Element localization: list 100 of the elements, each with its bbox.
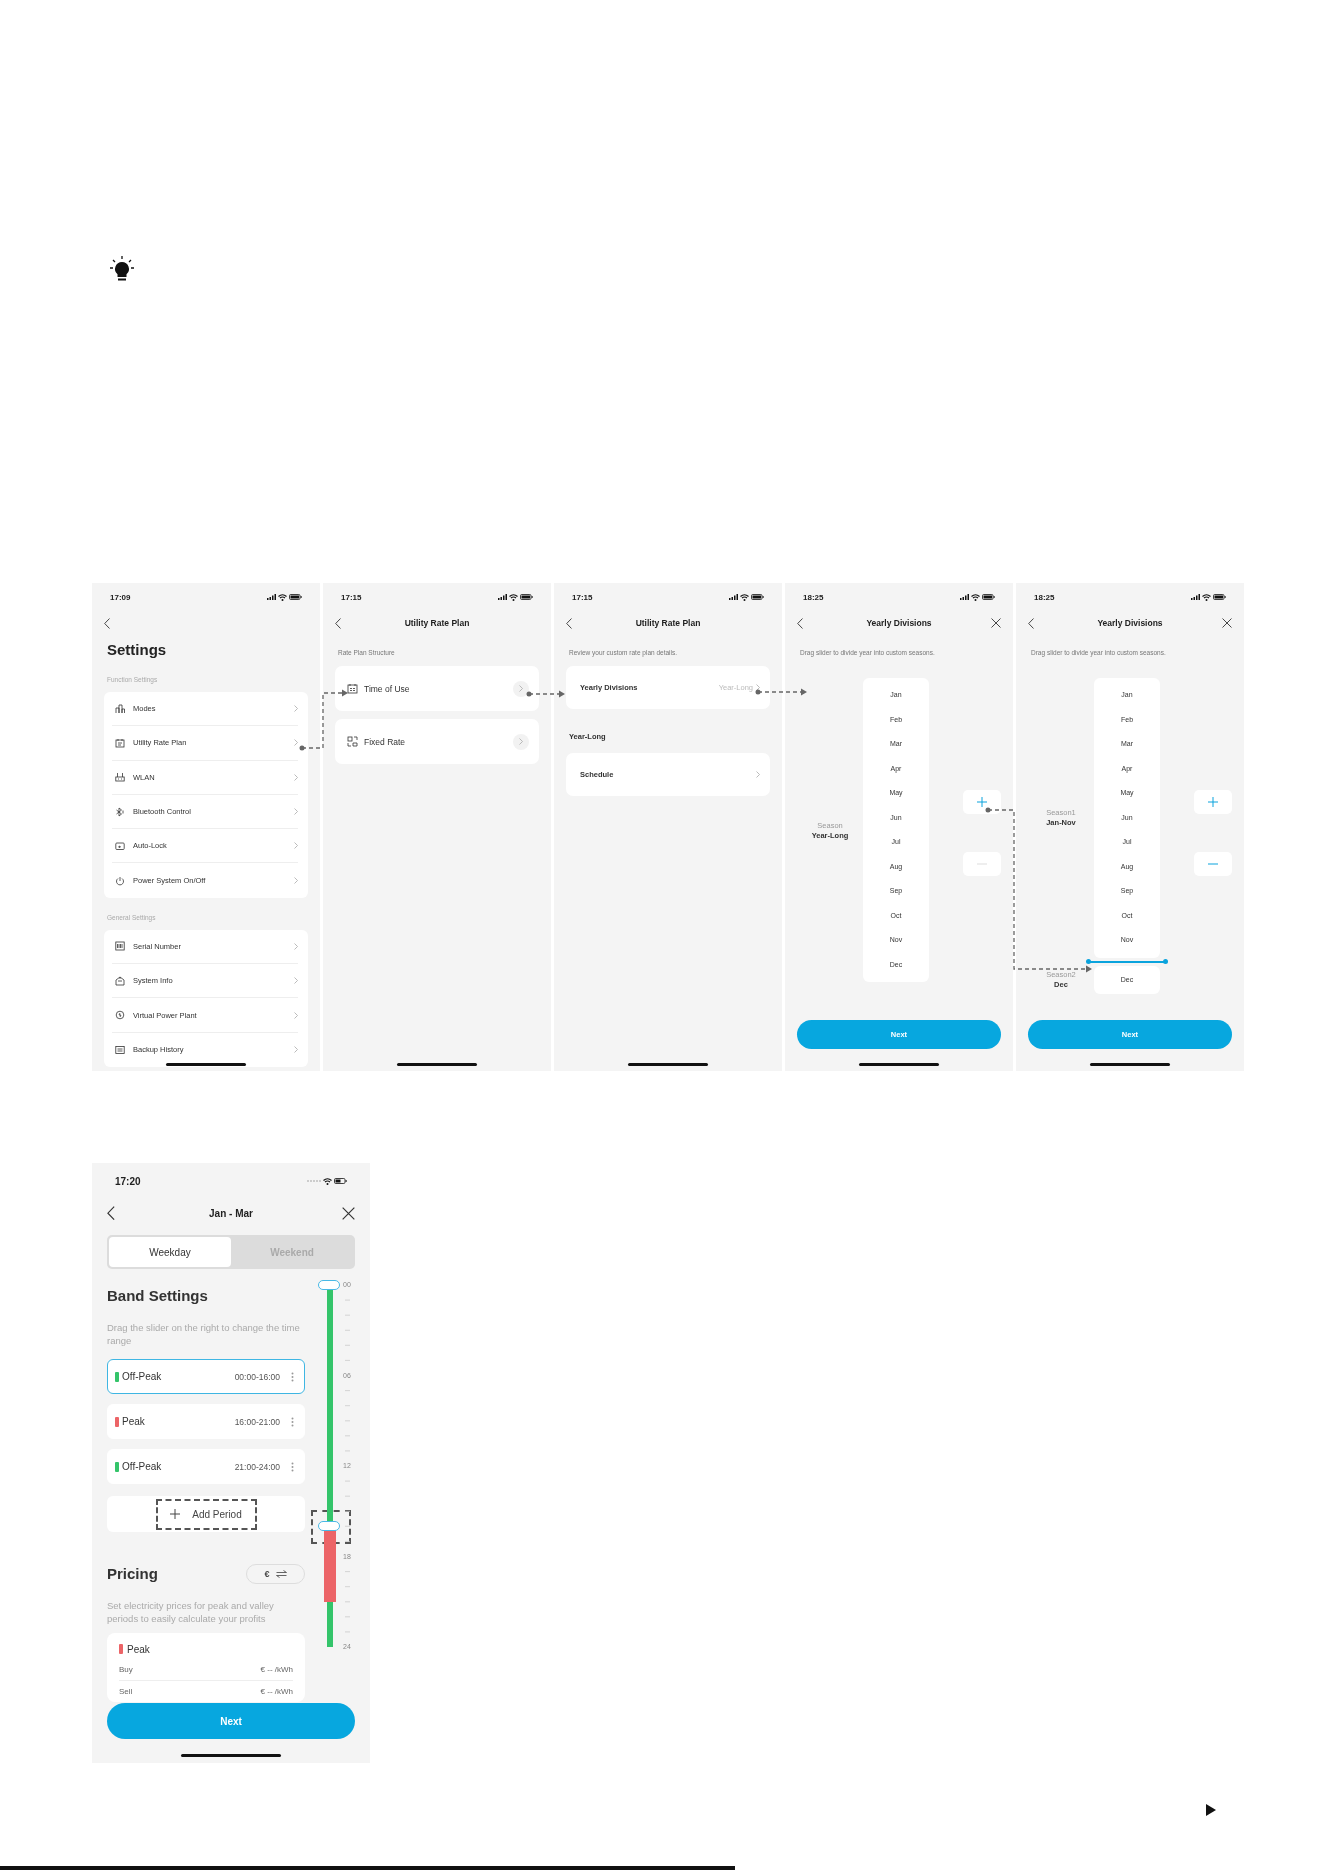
- document-icon: [115, 1044, 125, 1055]
- wifi-icon: [323, 1177, 332, 1185]
- close-icon[interactable]: [1222, 618, 1232, 628]
- screen-title: Yearly Divisions: [865, 618, 933, 628]
- more-icon[interactable]: [291, 1416, 294, 1427]
- close-icon[interactable]: [342, 1206, 355, 1220]
- chevron-icon: [519, 738, 523, 745]
- chevron-icon: [294, 1046, 298, 1054]
- screen-title: Utility Rate Plan: [634, 618, 702, 628]
- chart-icon: [115, 703, 125, 714]
- chevron-icon: [519, 685, 523, 692]
- plus-icon: [977, 797, 987, 807]
- option-card[interactable]: Time of Use: [335, 666, 539, 711]
- signal-icon: [729, 594, 738, 600]
- chevron-icon: [294, 773, 298, 781]
- list-icon: [115, 941, 125, 952]
- screen-title: Utility Rate Plan: [403, 618, 471, 628]
- back-icon[interactable]: [104, 617, 110, 629]
- band-item[interactable]: Off-Peak 21:00-24:00: [107, 1449, 305, 1484]
- chevron-icon: [294, 942, 298, 950]
- close-icon[interactable]: [991, 618, 1001, 628]
- hint-text: Set electricity prices for peak and valley periods to easily calculate your profits: [107, 1599, 275, 1625]
- connector-arrow: [526, 690, 565, 698]
- back-icon[interactable]: [1028, 617, 1034, 629]
- plus-icon: [170, 1509, 181, 1519]
- hint-text: Drag the slider on the right to change the time range: [107, 1321, 301, 1347]
- calendar-icon: [347, 683, 358, 694]
- wifi-icon: [971, 593, 980, 601]
- back-icon[interactable]: [566, 617, 572, 629]
- time-range: 16:00-21:00: [234, 1416, 280, 1427]
- signal-icon: [498, 594, 507, 600]
- add-period-button[interactable]: Add Period: [155, 1498, 257, 1530]
- price-value: € -- /kWh: [260, 1665, 293, 1674]
- signal-icon: [960, 594, 969, 600]
- chevron-icon: [294, 739, 298, 747]
- screen-title: Yearly Divisions: [1096, 618, 1164, 628]
- section-title: Band Settings: [107, 1286, 209, 1306]
- battery-icon: [1213, 594, 1226, 600]
- battery-icon: [334, 1178, 347, 1184]
- minus-icon: [1208, 863, 1218, 865]
- more-icon[interactable]: [291, 1461, 294, 1472]
- screen-title: Jan - Mar: [208, 1207, 254, 1219]
- wifi-icon: [509, 593, 518, 601]
- chevron-icon: [756, 771, 760, 778]
- chevron-icon: [294, 1011, 298, 1019]
- connector-arrow: [299, 689, 348, 751]
- time-range: 00:00-16:00: [234, 1371, 280, 1382]
- connector-arrow: [755, 688, 807, 696]
- band-item[interactable]: Off-Peak 00:00-16:00: [107, 1359, 305, 1394]
- chevron-icon: [294, 877, 298, 885]
- bluetooth-icon: [115, 806, 125, 817]
- chevron-icon: [294, 842, 298, 850]
- back-icon[interactable]: [797, 617, 803, 629]
- battery-icon: [982, 594, 995, 600]
- chevron-icon: [756, 684, 760, 691]
- price-value: € -- /kWh: [260, 1687, 293, 1696]
- display-icon: [115, 840, 125, 851]
- chevron-icon: [294, 977, 298, 985]
- status-time: 17:20: [115, 1175, 141, 1187]
- status-time: 18:25: [1034, 592, 1055, 602]
- plus-icon: [1208, 797, 1218, 807]
- price-label: Sell: [119, 1687, 133, 1696]
- back-icon[interactable]: [335, 617, 341, 629]
- slider-handle[interactable]: [318, 1280, 340, 1290]
- season-divider[interactable]: [1088, 960, 1166, 963]
- section-title: Pricing: [107, 1564, 158, 1584]
- chevron-button[interactable]: [513, 680, 529, 697]
- house-icon: [115, 975, 125, 986]
- router-icon: [115, 772, 125, 783]
- cycle-icon: [115, 1010, 125, 1020]
- band-item[interactable]: Peak 16:00-21:00: [107, 1404, 305, 1439]
- status-time: 18:25: [803, 592, 824, 602]
- swap-icon: [275, 1570, 287, 1578]
- signal-icon: [307, 1179, 321, 1183]
- time-range: 21:00-24:00: [234, 1461, 280, 1472]
- add-button[interactable]: [963, 790, 1001, 814]
- tag-icon: [347, 736, 358, 747]
- status-time: 17:15: [341, 592, 362, 602]
- chevron-icon: [294, 705, 298, 713]
- power-icon: [115, 875, 125, 886]
- wifi-icon: [1202, 593, 1211, 601]
- back-icon[interactable]: [107, 1205, 115, 1221]
- wifi-icon: [278, 593, 287, 601]
- slider-handle[interactable]: [318, 1521, 340, 1532]
- battery-icon: [289, 594, 302, 600]
- chevron-icon: [294, 808, 298, 816]
- option-card[interactable]: Fixed Rate: [335, 719, 539, 764]
- lightbulb-icon: [108, 255, 136, 283]
- battery-icon: [520, 594, 533, 600]
- more-icon[interactable]: [291, 1371, 294, 1382]
- calendar-icon: [115, 737, 125, 748]
- status-time: 17:09: [110, 592, 131, 602]
- signal-icon: [267, 594, 276, 600]
- signal-icon: [1191, 594, 1200, 600]
- price-label: Buy: [119, 1665, 133, 1674]
- wifi-icon: [740, 593, 749, 601]
- price-card-title: Peak: [127, 1643, 150, 1655]
- play-icon[interactable]: [1206, 1804, 1216, 1816]
- day-tab[interactable]: Weekday: [109, 1237, 231, 1267]
- screen-title: Settings: [107, 641, 168, 658]
